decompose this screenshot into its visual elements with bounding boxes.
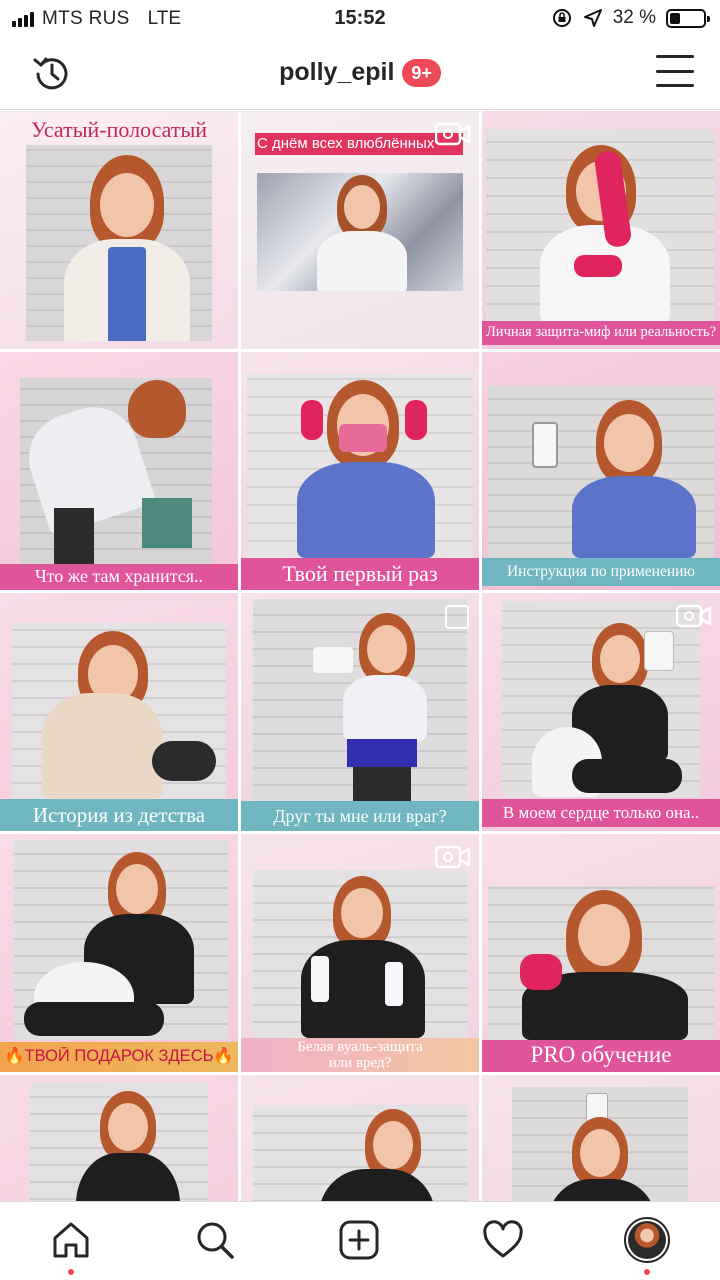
post-tile[interactable]: PRO обучение [482,834,720,1072]
post-tile[interactable]: Личная защита-миф или реальность? [482,111,720,349]
status-right: 32 % [551,7,710,29]
person-figure [313,175,409,291]
profile-header: polly_epil 9+ [0,38,720,110]
activity-heart-icon [483,1220,523,1258]
hamburger-menu-icon[interactable] [656,55,694,87]
post-tile[interactable]: С днём всех влюблённых [241,111,479,349]
post-tile[interactable]: Друг ты мне или враг? [241,593,479,831]
post-caption: 🔥ТВОЙ ПОДАРОК ЗДЕСЬ🔥 [4,1047,234,1065]
battery-icon [666,8,710,28]
post-tile[interactable]: 🔥ТВОЙ ПОДАРОК ЗДЕСЬ🔥 [0,834,238,1072]
person-figure [24,852,204,1040]
post-caption: История из детства [32,803,206,827]
post-photo [488,886,714,1040]
nav-profile-dot [644,1269,650,1275]
post-photo [257,173,463,291]
notification-badge: 9+ [402,58,441,87]
person-figure [512,890,692,1040]
post-photo [488,386,714,558]
post-caption: Личная защита-миф или реальность? [485,324,717,340]
carousel-post-icon [445,605,469,629]
person-figure [42,631,218,799]
bottom-nav [0,1201,720,1280]
person-figure [542,1093,662,1201]
person-figure [532,400,702,558]
profile-username: polly_epil [279,58,395,86]
post-photo [26,145,212,341]
post-caption-line-2: или вред? [328,1055,392,1071]
post-tile[interactable]: Белая вуаль-защита или вред? [241,834,479,1072]
post-caption: PRO обучение [530,1042,672,1067]
post-caption: Друг ты мне или враг? [273,806,447,826]
person-figure [56,155,196,341]
post-caption: В моем сердце только она.. [502,803,700,822]
search-icon [197,1222,234,1259]
post-tile[interactable] [482,1075,720,1201]
profile-avatar [624,1217,670,1263]
home-icon [53,1222,89,1258]
post-photo [512,1087,688,1201]
new-post-icon [339,1220,379,1260]
person-figure [291,380,441,558]
person-figure [293,876,433,1038]
post-tile[interactable] [241,1075,479,1201]
nav-new-post[interactable] [335,1216,383,1264]
post-tile[interactable]: Усатый-полосатый [0,111,238,349]
nav-home[interactable] [47,1216,95,1275]
post-tile[interactable]: Твой первый раз [241,352,479,590]
post-caption: Усатый-полосатый [30,117,208,142]
nav-notification-dot [68,1269,74,1275]
rotation-lock-icon [552,9,571,27]
post-tile[interactable]: Что же там хранится.. [0,352,238,590]
video-post-icon [435,122,471,146]
video-post-icon [435,845,471,869]
posts-grid: Усатый-полосатый С днём всех влюблённых [0,111,720,1201]
post-caption: Инструкция по применению [506,563,696,580]
nav-search[interactable] [191,1216,239,1264]
post-photo [12,623,226,799]
location-arrow-icon [583,9,602,27]
post-tile[interactable]: В моем сердце только она.. [482,593,720,831]
post-photo [20,378,212,564]
post-tile[interactable] [0,1075,238,1201]
nav-profile[interactable] [623,1216,671,1275]
post-photo [30,1083,208,1201]
person-figure [309,1109,439,1201]
post-tile[interactable]: Инструкция по применению [482,352,720,590]
post-photo [502,601,700,797]
person-figure [532,623,682,797]
person-figure [530,145,680,321]
post-caption: С днём всех влюблённых [257,135,435,152]
person-figure [313,613,433,801]
post-caption: Что же там хранится.. [34,566,204,586]
post-photo [247,374,473,558]
status-bar: MTS RUS LTE 15:52 32 % [0,0,720,38]
battery-percent: 32 % [612,7,656,28]
post-photo [253,1105,467,1201]
post-photo [253,599,467,801]
video-post-icon [676,604,712,628]
post-caption: Твой первый раз [282,561,438,586]
post-photo [486,129,714,321]
person-figure [20,380,208,564]
nav-activity[interactable] [479,1216,527,1264]
post-photo [14,840,228,1040]
username-switcher[interactable]: polly_epil 9+ [0,58,720,87]
post-tile[interactable]: История из детства [0,593,238,831]
post-photo [253,870,467,1038]
person-figure [70,1091,180,1201]
post-caption-line-1: Белая вуаль-защита [297,1039,423,1055]
